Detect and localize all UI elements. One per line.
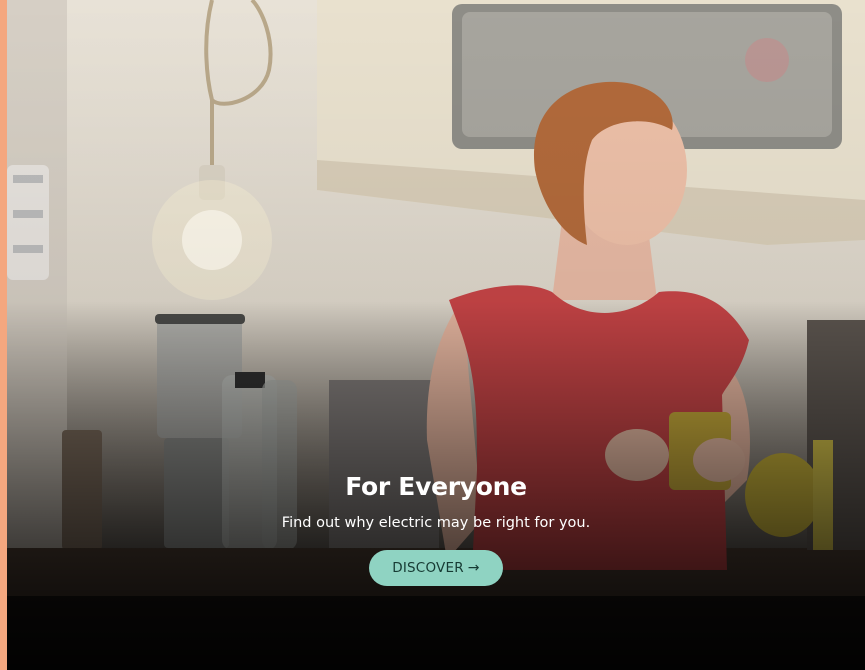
discover-button-label: DISCOVER [392, 560, 464, 576]
promo-frame: For Everyone Find out why electric may b… [0, 0, 865, 670]
discover-button[interactable]: DISCOVER → [369, 550, 503, 586]
hero-banner: For Everyone Find out why electric may b… [7, 0, 865, 670]
hero-content: For Everyone Find out why electric may b… [7, 465, 865, 586]
hero-subline: Find out why electric may be right for y… [281, 515, 591, 531]
accent-edge-strip [0, 0, 7, 670]
arrow-right-icon: → [467, 560, 480, 576]
hero-headline: For Everyone [345, 472, 527, 501]
